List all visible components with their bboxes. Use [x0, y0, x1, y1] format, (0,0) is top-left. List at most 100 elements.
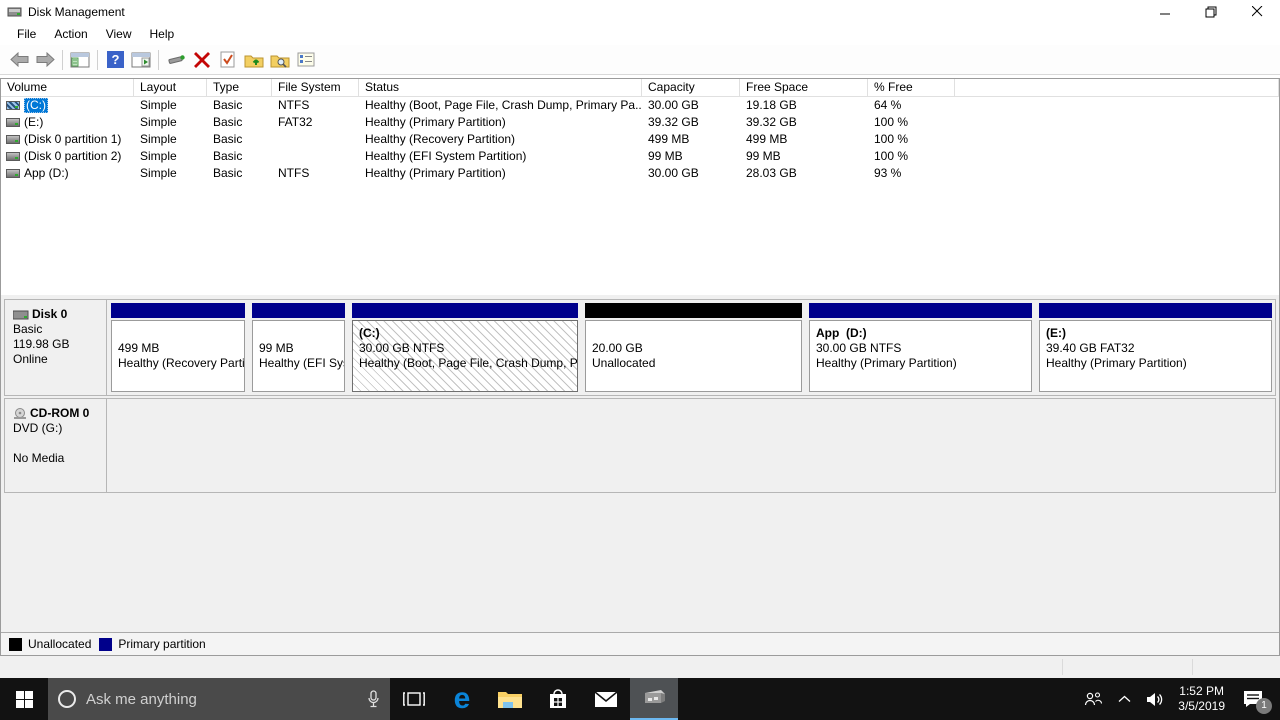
menu-help[interactable]: Help	[141, 24, 184, 44]
show-action-pane-icon[interactable]	[129, 48, 153, 72]
mail-taskbar-icon[interactable]	[582, 678, 630, 720]
cortana-search-box[interactable]	[48, 678, 390, 720]
volume-icon	[6, 118, 20, 127]
restore-button[interactable]	[1188, 0, 1234, 23]
folder-icon	[497, 689, 523, 709]
table-row-c[interactable]: (C:) Simple Basic NTFS Healthy (Boot, Pa…	[1, 97, 1279, 114]
disk-icon	[13, 310, 29, 320]
disk-management-icon	[641, 687, 667, 709]
people-icon[interactable]	[1081, 684, 1105, 714]
back-icon[interactable]	[7, 48, 31, 72]
primary-partition-bar	[111, 303, 245, 318]
system-tray: 1:52 PM 3/5/2019 1	[1081, 678, 1280, 720]
graphical-view: Disk 0 Basic 119.98 GB Online 499 MBHeal…	[1, 295, 1279, 632]
file-explorer-taskbar-icon[interactable]	[486, 678, 534, 720]
disk-drive-icon	[7, 5, 23, 18]
partition-efi[interactable]: 99 MBHealthy (EFI Syst	[249, 300, 348, 395]
primary-partition-bar	[809, 303, 1032, 318]
mail-icon	[594, 691, 618, 708]
cd-icon	[13, 408, 27, 420]
disk0-label-panel[interactable]: Disk 0 Basic 119.98 GB Online	[5, 300, 107, 395]
primary-partition-bar	[352, 303, 578, 318]
menu-bar: File Action View Help	[0, 23, 1280, 45]
action-center-button[interactable]: 1	[1236, 682, 1270, 716]
disk-management-taskbar-icon[interactable]	[630, 678, 678, 720]
delete-icon[interactable]	[190, 48, 214, 72]
col-status[interactable]: Status	[359, 79, 642, 97]
refresh-wand-icon[interactable]	[164, 48, 188, 72]
disk-management-window: Disk Management File Action View Help ?	[0, 0, 1280, 678]
col-file-system[interactable]: File System	[272, 79, 359, 97]
search-input[interactable]	[86, 691, 357, 708]
volume-icon	[6, 152, 20, 161]
properties-list-icon[interactable]	[294, 48, 318, 72]
legend-bar: Unallocated Primary partition	[1, 632, 1279, 655]
taskbar-clock[interactable]: 1:52 PM 3/5/2019	[1174, 684, 1229, 714]
menu-action[interactable]: Action	[45, 24, 96, 44]
unallocated-color-swatch	[9, 638, 22, 651]
disk0-row: Disk 0 Basic 119.98 GB Online 499 MBHeal…	[4, 299, 1276, 396]
edge-taskbar-icon[interactable]: e	[438, 678, 486, 720]
store-icon	[547, 688, 569, 710]
col-capacity[interactable]: Capacity	[642, 79, 740, 97]
primary-partition-color-swatch	[99, 638, 112, 651]
primary-partition-bar	[1039, 303, 1272, 318]
task-view-icon	[403, 691, 425, 707]
svg-text:?: ?	[111, 52, 119, 67]
col-type[interactable]: Type	[207, 79, 272, 97]
menu-file[interactable]: File	[8, 24, 45, 44]
partition-unallocated[interactable]: 20.00 GBUnallocated	[582, 300, 805, 395]
notification-badge: 1	[1256, 698, 1272, 714]
close-button[interactable]	[1234, 0, 1280, 23]
col-filler	[955, 79, 1279, 97]
minimize-button[interactable]	[1142, 0, 1188, 23]
legend-unallocated: Unallocated	[9, 637, 91, 651]
task-view-button[interactable]	[390, 678, 438, 720]
cdrom-label-panel[interactable]: CD-ROM 0 DVD (G:) No Media	[5, 399, 107, 492]
table-row-e[interactable]: (E:) Simple Basic FAT32 Healthy (Primary…	[1, 114, 1279, 131]
toolbar: ?	[0, 45, 1280, 75]
volume-icon	[6, 169, 20, 178]
table-row-app-d[interactable]: App (D:) Simple Basic NTFS Healthy (Prim…	[1, 165, 1279, 182]
check-document-icon[interactable]	[216, 48, 240, 72]
explore-folder-icon[interactable]	[268, 48, 292, 72]
primary-partition-bar	[252, 303, 345, 318]
volume-list-header: Volume Layout Type File System Status Ca…	[1, 79, 1279, 97]
volume-icon	[6, 135, 20, 144]
volume-icon	[6, 101, 20, 110]
window-title: Disk Management	[28, 5, 125, 19]
microphone-icon[interactable]	[367, 690, 380, 708]
store-taskbar-icon[interactable]	[534, 678, 582, 720]
col-volume[interactable]: Volume	[1, 79, 134, 97]
cortana-icon	[58, 690, 76, 708]
export-folder-icon[interactable]	[242, 48, 266, 72]
taskbar: e 1:52 PM 3/5/2019 1	[0, 678, 1280, 720]
status-bar	[0, 656, 1280, 678]
table-row-partition2[interactable]: (Disk 0 partition 2) Simple Basic Health…	[1, 148, 1279, 165]
chevron-up-icon[interactable]	[1112, 684, 1136, 714]
show-console-tree-icon[interactable]	[68, 48, 92, 72]
partition-app-d[interactable]: App (D:)30.00 GB NTFSHealthy (Primary Pa…	[806, 300, 1035, 395]
clock-time: 1:52 PM	[1178, 684, 1225, 699]
partition-e[interactable]: (E:)39.40 GB FAT32Healthy (Primary Parti…	[1036, 300, 1275, 395]
col-layout[interactable]: Layout	[134, 79, 207, 97]
console-content: Volume Layout Type File System Status Ca…	[0, 78, 1280, 656]
help-icon[interactable]: ?	[103, 48, 127, 72]
start-button[interactable]	[0, 678, 48, 720]
col-free-space[interactable]: Free Space	[740, 79, 868, 97]
partition-c-selected[interactable]: (C:)30.00 GB NTFSHealthy (Boot, Page Fil…	[349, 300, 581, 395]
legend-primary-partition: Primary partition	[99, 637, 205, 651]
edge-icon: e	[454, 684, 471, 714]
col-pct-free[interactable]: % Free	[868, 79, 955, 97]
speaker-icon[interactable]	[1143, 684, 1167, 714]
windows-logo-icon	[16, 691, 33, 708]
table-row-partition1[interactable]: (Disk 0 partition 1) Simple Basic Health…	[1, 131, 1279, 148]
partition-recovery[interactable]: 499 MBHealthy (Recovery Parti	[108, 300, 248, 395]
volume-list: Volume Layout Type File System Status Ca…	[1, 79, 1279, 295]
cdrom-row: CD-ROM 0 DVD (G:) No Media	[4, 398, 1276, 493]
menu-view[interactable]: View	[97, 24, 141, 44]
forward-icon[interactable]	[33, 48, 57, 72]
clock-date: 3/5/2019	[1178, 699, 1225, 714]
title-bar: Disk Management	[0, 0, 1280, 23]
unallocated-bar	[585, 303, 802, 318]
